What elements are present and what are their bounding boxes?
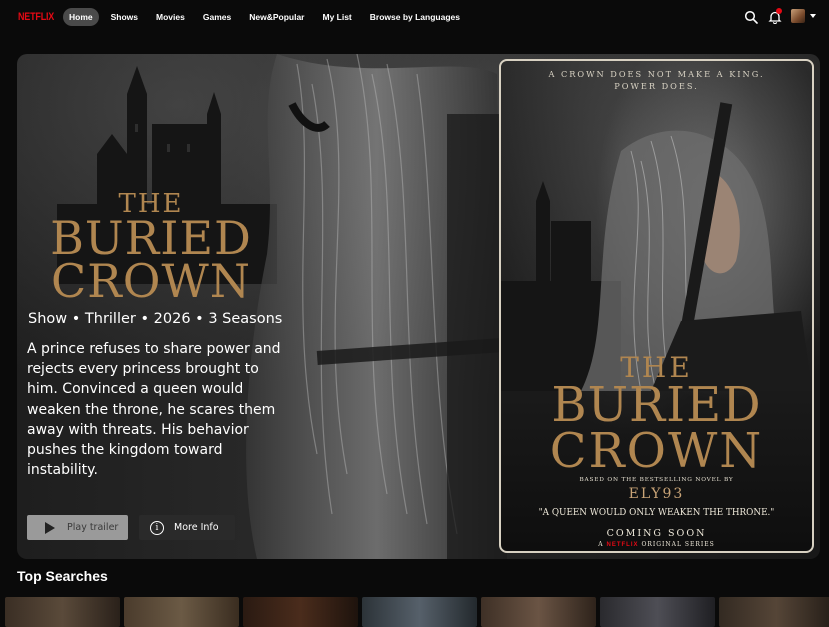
title-card[interactable]	[362, 597, 477, 627]
nav-item-home[interactable]: Home	[63, 8, 99, 26]
nav-item-my-list[interactable]: My List	[316, 8, 357, 26]
netflix-logo[interactable]: NETFLIX	[18, 10, 54, 23]
top-searches-row	[5, 597, 829, 627]
poster-tagline-line1: A CROWN DOES NOT MAKE A KING.	[548, 69, 765, 79]
hero-title-line3: CROWN	[50, 254, 252, 309]
more-info-button[interactable]: i More Info	[139, 515, 235, 540]
info-icon: i	[150, 520, 164, 535]
poster-warrior-illustration	[501, 102, 812, 391]
poster-author: ELY93	[628, 486, 685, 502]
more-info-label: More Info	[174, 522, 219, 533]
poster-series-prefix: A	[598, 541, 604, 548]
caret-down-icon[interactable]	[810, 14, 816, 18]
poster-coming-soon: COMING SOON	[606, 528, 707, 539]
title-card[interactable]	[481, 597, 596, 627]
play-trailer-button[interactable]: Play trailer	[27, 515, 128, 540]
play-icon	[45, 521, 55, 534]
avatar[interactable]	[791, 9, 805, 23]
hero-title: THE BURIED CROWN	[31, 191, 271, 309]
poster-series-suffix: ORIGINAL SERIES	[641, 541, 715, 548]
poster-based-on: BASED ON THE BESTSELLING NOVEL BY	[579, 477, 734, 483]
nav-item-shows[interactable]: Shows	[105, 8, 144, 26]
nav-item-movies[interactable]: Movies	[150, 8, 191, 26]
nav-item-browse-languages[interactable]: Browse by Languages	[364, 8, 466, 26]
poster-series-credit: A NETFLIX ORIGINAL SERIES	[501, 541, 812, 548]
hero-description: A prince refuses to share power and reje…	[27, 341, 281, 479]
title-card[interactable]	[600, 597, 715, 627]
poster-title-line3: CROWN	[549, 423, 764, 479]
notification-badge	[776, 8, 782, 14]
nav-menu: Home Shows Movies Games New&Popular My L…	[63, 8, 472, 26]
warrior-hair-illustration	[246, 54, 517, 559]
search-icon[interactable]	[744, 10, 758, 24]
hero-meta: Show • Thriller • 2026 • 3 Seasons	[28, 311, 283, 327]
nav-item-new-popular[interactable]: New&Popular	[243, 8, 310, 26]
poster-quote: "A QUEEN WOULD ONLY WEAKEN THE THRONE."	[538, 508, 775, 518]
title-card[interactable]	[243, 597, 358, 627]
title-card[interactable]	[5, 597, 120, 627]
top-searches-title: Top Searches	[17, 568, 108, 584]
poster-series-brand: NETFLIX	[606, 542, 639, 548]
title-card[interactable]	[719, 597, 829, 627]
nav-item-games[interactable]: Games	[197, 8, 237, 26]
title-card[interactable]	[124, 597, 239, 627]
top-nav: NETFLIX Home Shows Movies Games New&Popu…	[0, 0, 829, 34]
poster-tagline: A CROWN DOES NOT MAKE A KING. POWER DOES…	[501, 68, 812, 92]
show-poster[interactable]: A CROWN DOES NOT MAKE A KING. POWER DOES…	[499, 59, 814, 553]
play-trailer-label: Play trailer	[67, 522, 119, 533]
